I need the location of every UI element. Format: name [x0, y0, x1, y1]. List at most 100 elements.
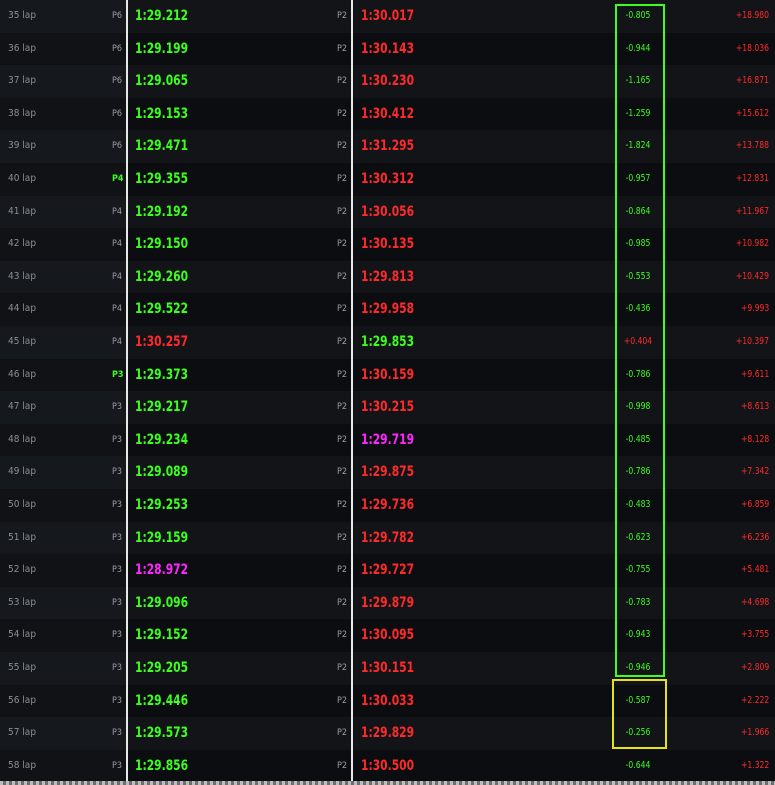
- lap-cell: 50 lap P3: [0, 489, 126, 522]
- lap-cell: 42 lap P4: [0, 228, 126, 261]
- lap-number: 37 lap: [8, 75, 37, 87]
- driver-b-position: P2: [337, 108, 348, 119]
- lap-number: 52 lap: [8, 564, 37, 576]
- driver-a-lap-time: 1:29.446: [135, 692, 189, 709]
- driver-a-lap-time: 1:29.065: [135, 73, 189, 90]
- driver-b-lap-time: 1:29.853: [361, 334, 415, 350]
- lap-number: 36 lap: [8, 42, 37, 54]
- driver-b-lap-time: 1:30.135: [361, 236, 415, 253]
- driver-b-position: P2: [337, 239, 348, 250]
- lap-cell: 38 lap P6: [0, 97, 126, 131]
- column-divider-right: [351, 0, 353, 781]
- lap-number: 43 lap: [8, 270, 37, 282]
- driver-a-lap-time: 1:29.471: [135, 138, 189, 155]
- driver-a-lap-time: 1:29.260: [135, 268, 189, 285]
- driver-b-lap-time: 1:29.875: [361, 464, 415, 481]
- cumulative-gap: +5.481: [740, 564, 769, 576]
- lap-number: 58 lap: [8, 759, 37, 771]
- lap-number: 48 lap: [8, 433, 37, 445]
- driver-a-lap-time: 1:29.089: [135, 464, 189, 481]
- driver-a-position: P3: [112, 565, 123, 576]
- driver-b-position: P2: [337, 337, 348, 347]
- driver-b-position: P2: [337, 271, 348, 282]
- cumulative-gap: +8.613: [740, 401, 769, 413]
- driver-a-position: P3: [112, 695, 123, 706]
- cumulative-gap: +18.980: [735, 10, 769, 21]
- lap-number: 42 lap: [8, 238, 37, 250]
- lap-number: 53 lap: [8, 596, 37, 608]
- driver-b-lap-time: 1:31.295: [361, 138, 415, 155]
- lap-cell: 46 lap P3: [0, 358, 126, 392]
- lap-number: 56 lap: [8, 694, 37, 706]
- driver-a-lap-time: 1:29.199: [135, 40, 189, 57]
- lap-cell: 56 lap P3: [0, 684, 126, 718]
- lap-number: 41 lap: [8, 205, 37, 217]
- driver-a-lap-time: 1:29.159: [135, 529, 189, 546]
- driver-a-position: P3: [112, 402, 123, 413]
- cumulative-gap: +18.036: [735, 42, 769, 54]
- driver-b-position: P2: [337, 402, 348, 413]
- driver-a-position: P4: [112, 174, 124, 184]
- lap-cell: 40 lap P4: [0, 163, 126, 196]
- lap-cell: 43 lap P4: [0, 260, 126, 294]
- highlight-box-yellow: [612, 679, 667, 749]
- lap-cell: 45 lap P4: [0, 326, 126, 359]
- lap-number: 55 lap: [8, 662, 37, 673]
- driver-a-lap-time: 1:29.152: [135, 627, 189, 644]
- driver-a-position: P3: [112, 597, 123, 608]
- cumulative-gap: +8.128: [740, 433, 769, 445]
- driver-a-lap-time: 1:28.972: [135, 562, 189, 579]
- cumulative-gap: +1.322: [740, 759, 769, 771]
- driver-a-lap-time: 1:29.192: [135, 203, 189, 220]
- cumulative-gap: +4.698: [740, 596, 769, 608]
- lap-number: 51 lap: [8, 531, 37, 543]
- driver-b-position: P2: [337, 434, 348, 445]
- driver-a-position: P6: [112, 11, 123, 21]
- driver-b-lap-time: 1:29.719: [361, 431, 415, 448]
- lap-cell: 37 lap P6: [0, 65, 126, 98]
- cumulative-gap: +13.788: [735, 140, 769, 152]
- driver-b-position: P2: [337, 369, 348, 380]
- driver-a-lap-time: 1:29.212: [135, 8, 189, 24]
- driver-b-lap-time: 1:30.312: [361, 171, 415, 187]
- driver-a-position: P6: [112, 108, 123, 119]
- driver-a-position: P3: [112, 663, 123, 673]
- driver-b-lap-time: 1:29.736: [361, 497, 415, 513]
- table-row[interactable]: 58 lap P3 1:29.856 P2 1:30.500 -0.644 +1.322: [0, 749, 775, 783]
- driver-b-position: P2: [337, 174, 348, 184]
- lap-number: 45 lap: [8, 336, 37, 347]
- lap-cell: 36 lap P6: [0, 32, 126, 66]
- driver-b-position: P2: [337, 206, 348, 217]
- lap-number: 44 lap: [8, 303, 37, 315]
- driver-a-position: P4: [112, 271, 123, 282]
- driver-a-position: P3: [112, 728, 123, 739]
- driver-a-position: P4: [112, 239, 123, 250]
- driver-a-lap-time: 1:30.257: [135, 334, 189, 350]
- driver-a-lap-time: 1:29.153: [135, 105, 189, 122]
- lap-number: 38 lap: [8, 107, 37, 119]
- driver-a-lap-time: 1:29.150: [135, 236, 189, 253]
- driver-b-lap-time: 1:30.095: [361, 627, 415, 644]
- driver-b-lap-time: 1:30.412: [361, 105, 415, 122]
- driver-b-position: P2: [337, 467, 348, 478]
- lap-cell: 55 lap P3: [0, 652, 126, 685]
- driver-b-lap-time: 1:30.230: [361, 73, 415, 90]
- driver-b-position: P2: [337, 630, 348, 641]
- lap-cell: 49 lap P3: [0, 456, 126, 489]
- lap-cell: 47 lap P3: [0, 391, 126, 424]
- cumulative-gap: +7.342: [740, 466, 769, 478]
- lap-number: 49 lap: [8, 466, 37, 478]
- driver-b-position: P2: [337, 76, 348, 87]
- cumulative-gap: +2.809: [740, 662, 769, 673]
- lap-cell: 53 lap P3: [0, 586, 126, 620]
- driver-b-lap-time: 1:29.829: [361, 725, 415, 742]
- lap-cell: 57 lap P3: [0, 717, 126, 750]
- cumulative-gap: +11.967: [735, 205, 769, 217]
- lap-delta: -0.644: [625, 759, 651, 771]
- cumulative-gap: +6.236: [740, 531, 769, 543]
- cumulative-gap: +3.755: [740, 629, 769, 641]
- cumulative-gap: +10.982: [735, 238, 769, 250]
- driver-b-position: P2: [337, 597, 348, 608]
- cumulative-gap: +15.612: [735, 107, 769, 119]
- cumulative-gap: +9.993: [740, 303, 769, 315]
